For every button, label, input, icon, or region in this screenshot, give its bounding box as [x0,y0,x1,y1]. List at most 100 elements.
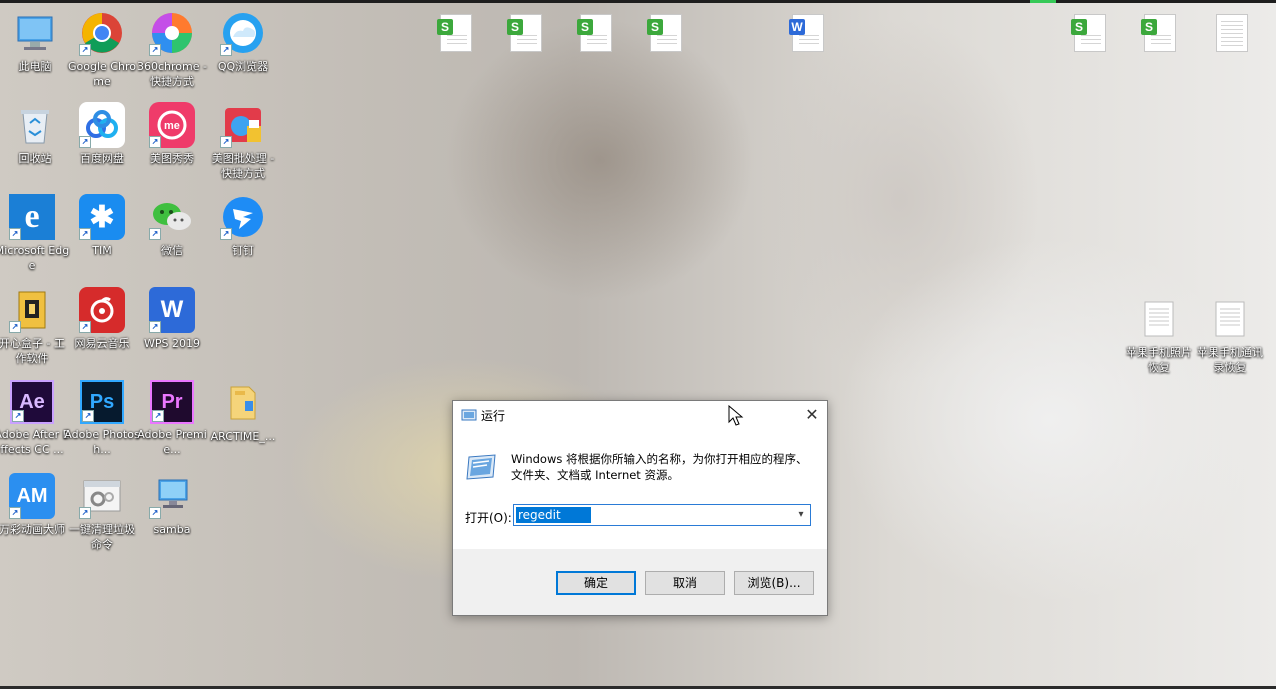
desktop-icon-qq-browser[interactable]: ↗ QQ浏览器 [208,10,278,74]
desktop-icon-wps[interactable]: W ↗ WPS 2019 [137,287,207,351]
desktop-icon-label: 万彩动画大师 [0,523,65,536]
desktop-icon-iphone-contacts-recovery[interactable]: 苹果手机通讯录恢复 [1195,296,1265,375]
meitu-batch-icon: ↗ [220,102,266,148]
desktop-icon-iphone-photo-recovery[interactable]: 苹果手机照片恢复 [1124,296,1194,375]
qq-browser-icon: ↗ [220,10,266,56]
desktop-icon-label: Microsoft Edge [0,244,70,272]
wps-writer-file-icon[interactable]: W [789,14,824,52]
desktop-icon-label: Adobe Premie... [137,428,207,456]
run-dialog-body: Windows 将根据你所输入的名称，为你打开相应的程序、文件夹、文档或 Int… [453,429,827,549]
desktop-icon-label: 此电脑 [18,60,52,73]
dingtalk-icon: ↗ [220,194,266,240]
desktop-icon-arctime-folder[interactable]: ARCTIME_... [208,380,278,444]
close-button[interactable]: ✕ [797,401,827,429]
run-dialog-description: Windows 将根据你所输入的名称，为你打开相应的程序、文件夹、文档或 Int… [511,452,808,482]
network-computer-icon: ↗ [149,473,195,519]
open-combobox[interactable]: ▾ [513,504,811,526]
desktop-icon-label: 苹果手机通讯录恢复 [1197,346,1263,374]
premiere-icon: Pr ↗ [150,380,194,424]
wps-sheet-file-icon[interactable]: S [647,14,682,52]
wps-sheet-file-icon[interactable]: S [1071,14,1106,52]
shortcut-arrow-icon: ↗ [79,321,91,333]
desktop-icon-recycle-bin[interactable]: 回收站 [0,102,70,166]
chevron-down-icon[interactable]: ▾ [794,507,808,523]
desktop-icon-label: QQ浏览器 [217,60,269,73]
desktop-icon-animation-master[interactable]: AM ↗ 万彩动画大师 [0,473,67,537]
desktop[interactable]: 此电脑 回收站 e ↗ Microsoft Edge ↗ 开心盒子 - 工作软件… [0,0,1276,689]
desktop-icon-label: Google Chrome [68,60,136,88]
desktop-icon-meitu-batch[interactable]: ↗ 美图批处理 - 快捷方式 [208,102,278,181]
photoshop-icon: Ps ↗ [80,380,124,424]
wps-sheet-file-icon[interactable]: S [577,14,612,52]
run-dialog-titlebar[interactable]: 运行 ✕ [453,401,827,429]
desktop-icon-after-effects[interactable]: Ae ↗ Adobe After Effects CC ... [0,380,70,457]
shortcut-arrow-icon: ↗ [149,44,161,56]
desktop-icon-label: 回收站 [18,152,52,165]
animation-master-icon: AM ↗ [9,473,55,519]
netease-music-icon: ↗ [79,287,125,333]
run-app-icon [461,407,477,421]
wechat-icon: ↗ [149,194,195,240]
desktop-icon-label: TIM [92,244,112,257]
folder-icon [220,380,266,426]
shortcut-arrow-icon: ↗ [79,228,91,240]
tim-icon: ✱ ↗ [79,194,125,240]
browse-button[interactable]: 浏览(B)... [734,571,814,595]
desktop-icon-label: Adobe After Effects CC ... [0,428,70,456]
360chrome-icon: ↗ [149,10,195,56]
shortcut-arrow-icon: ↗ [9,507,21,519]
shortcut-arrow-icon: ↗ [220,228,232,240]
desktop-icon-label: 钉钉 [232,244,254,257]
desktop-icon-label: 一键清理垃圾命令 [69,523,135,551]
desktop-icon-label: samba [153,523,191,536]
desktop-icon-label: 百度网盘 [80,152,124,165]
shortcut-arrow-icon: ↗ [82,410,94,422]
desktop-icon-wechat[interactable]: ↗ 微信 [137,194,207,258]
open-input[interactable] [516,507,591,523]
wps-sheet-file-icon[interactable]: S [437,14,472,52]
desktop-icon-label: 美图秀秀 [150,152,194,165]
desktop-icon-label: ARCTIME_... [210,430,276,443]
desktop-icon-this-pc[interactable]: 此电脑 [0,10,70,74]
desktop-icon-tim[interactable]: ✱ ↗ TIM [67,194,137,258]
desktop-icon-label: Adobe Photosh... [64,428,140,456]
desktop-icon-360chrome[interactable]: ↗ 360chrome - 快捷方式 [137,10,207,89]
run-app-icon [465,453,497,481]
text-document-icon [1136,296,1182,342]
desktop-icon-photoshop[interactable]: Ps ↗ Adobe Photosh... [64,380,140,457]
desktop-icon-label: WPS 2019 [144,337,200,350]
desktop-icon-cleanup-script[interactable]: ↗ 一键清理垃圾命令 [67,473,137,552]
top-edge-bar [0,0,1276,3]
desktop-icon-label: 微信 [161,244,183,257]
shortcut-arrow-icon: ↗ [220,136,232,148]
run-dialog[interactable]: 运行 ✕ Windows 将根据你所输入的名称，为你打开相应的程序、文件夹、文档… [452,400,828,616]
run-dialog-title: 运行 [481,409,506,423]
desktop-icon-chrome[interactable]: ↗ Google Chrome [67,10,137,89]
text-document-icon[interactable] [1216,14,1248,52]
cleanup-script-icon: ↗ [79,473,125,519]
desktop-icon-label: 网易云音乐 [74,337,130,350]
desktop-icon-label: 苹果手机照片恢复 [1126,346,1192,374]
shortcut-arrow-icon: ↗ [79,44,91,56]
shortcut-arrow-icon: ↗ [149,228,161,240]
ok-button[interactable]: 确定 [556,571,636,595]
wps-sheet-file-icon[interactable]: S [507,14,542,52]
desktop-icon-label: 开心盒子 - 工作软件 [0,337,65,365]
desktop-icon-happy-box[interactable]: ↗ 开心盒子 - 工作软件 [0,287,67,366]
shortcut-arrow-icon: ↗ [12,410,24,422]
desktop-icon-edge[interactable]: e ↗ Microsoft Edge [0,194,70,273]
shortcut-arrow-icon: ↗ [220,44,232,56]
wps-sheet-file-icon[interactable]: S [1141,14,1176,52]
desktop-icon-netease-music[interactable]: ↗ 网易云音乐 [67,287,137,351]
desktop-icon-premiere[interactable]: Pr ↗ Adobe Premie... [137,380,207,457]
desktop-icon-meitu[interactable]: me ↗ 美图秀秀 [137,102,207,166]
desktop-icon-baidu-netdisk[interactable]: ↗ 百度网盘 [67,102,137,166]
close-icon: ✕ [805,405,819,424]
desktop-icon-samba[interactable]: ↗ samba [137,473,207,537]
desktop-icon-dingtalk[interactable]: ↗ 钉钉 [208,194,278,258]
desktop-icon-label: 美图批处理 - 快捷方式 [211,152,275,180]
meitu-icon: me ↗ [149,102,195,148]
cancel-button[interactable]: 取消 [645,571,725,595]
shortcut-arrow-icon: ↗ [152,410,164,422]
open-label: 打开(O): [465,511,512,525]
